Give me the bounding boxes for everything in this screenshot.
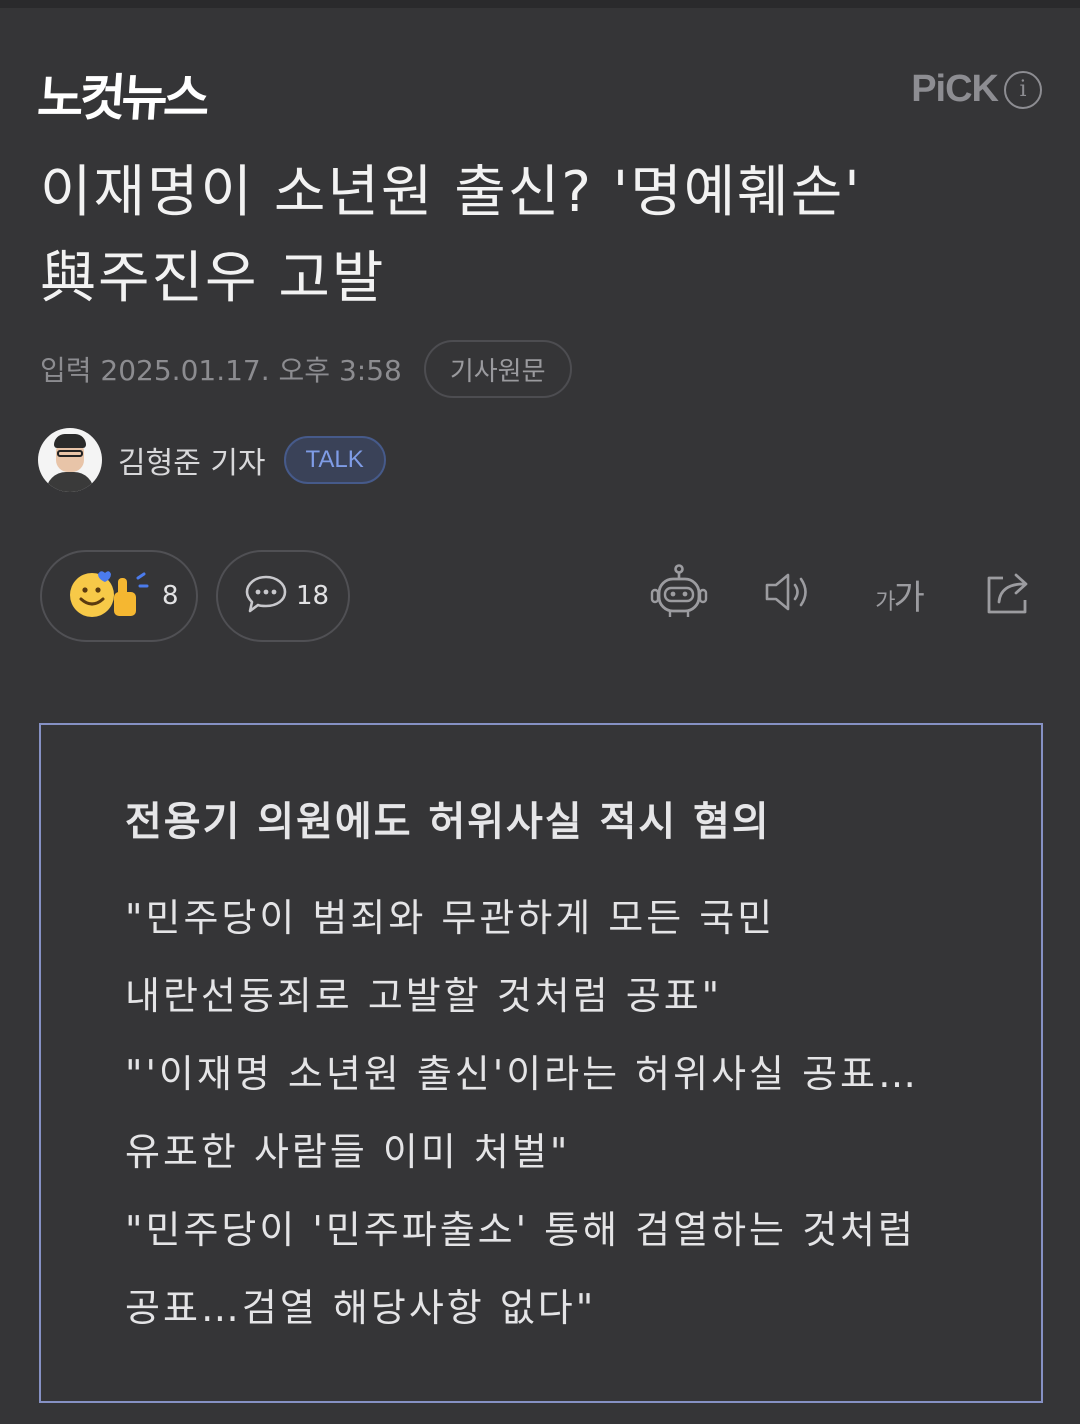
share-button[interactable]: [980, 562, 1038, 626]
font-size-icon: 가가: [875, 570, 925, 619]
info-icon[interactable]: i: [1004, 70, 1042, 109]
published-date: 입력 2025.01.17. 오후 3:58: [40, 354, 402, 387]
summary-item: "민주당이 범죄와 무관하게 모든 국민 내란선동죄로 고발할 것처럼 공표": [125, 896, 776, 1018]
comment-icon: [244, 573, 288, 619]
share-icon: [983, 568, 1035, 620]
summary-item: "'이재명 소년원 출신'이라는 허위사실 공표…유포한 사람들 이미 처벌": [125, 1052, 920, 1174]
article-headline: 이재명이 소년원 출신? '명예훼손' 與주진우 고발: [40, 160, 862, 311]
original-article-button[interactable]: 기사원문: [423, 340, 572, 398]
robot-summary-icon: [650, 563, 708, 625]
article-meta: 입력 2025.01.17. 오후 3:58 기사원문: [40, 340, 572, 398]
summary-title: 전용기 의원에도 허위사실 적시 혐의: [125, 799, 771, 845]
font-size-small-glyph: 가: [875, 589, 895, 615]
article-toolbar: 가가: [650, 562, 1038, 626]
author-row: 김형준 기자 TALK: [38, 428, 386, 492]
talk-button[interactable]: TALK: [283, 436, 386, 484]
font-size-large-glyph: 가: [893, 577, 924, 618]
listen-button[interactable]: [760, 562, 818, 626]
comment-count: 18: [296, 581, 330, 611]
author-avatar[interactable]: [38, 428, 102, 492]
summary-item: "민주당이 '민주파출소' 통해 검열하는 것처럼 공표…검열 해당사항 없다": [125, 1208, 916, 1330]
reaction-emoji-icon: [68, 568, 150, 624]
summary-list: "민주당이 범죄와 무관하게 모든 국민 내란선동죄로 고발할 것처럼 공표" …: [125, 879, 985, 1347]
status-divider: [0, 0, 1080, 8]
nocut-news-logo[interactable]: 노컷뉴스: [35, 58, 208, 130]
article-summary-box: 전용기 의원에도 허위사실 적시 혐의 "민주당이 범죄와 무관하게 모든 국민…: [39, 723, 1043, 1403]
reaction-button[interactable]: 8: [40, 550, 198, 642]
reaction-count: 8: [162, 581, 179, 611]
speaker-icon: [763, 570, 815, 618]
author-name[interactable]: 김형준 기자: [118, 438, 266, 482]
comment-button[interactable]: 18: [216, 550, 350, 642]
pick-label: PiCK: [911, 68, 999, 110]
font-size-button[interactable]: 가가: [870, 562, 928, 626]
pick-badge[interactable]: PiCK i: [911, 68, 1042, 111]
robot-summary-button[interactable]: [650, 562, 708, 626]
